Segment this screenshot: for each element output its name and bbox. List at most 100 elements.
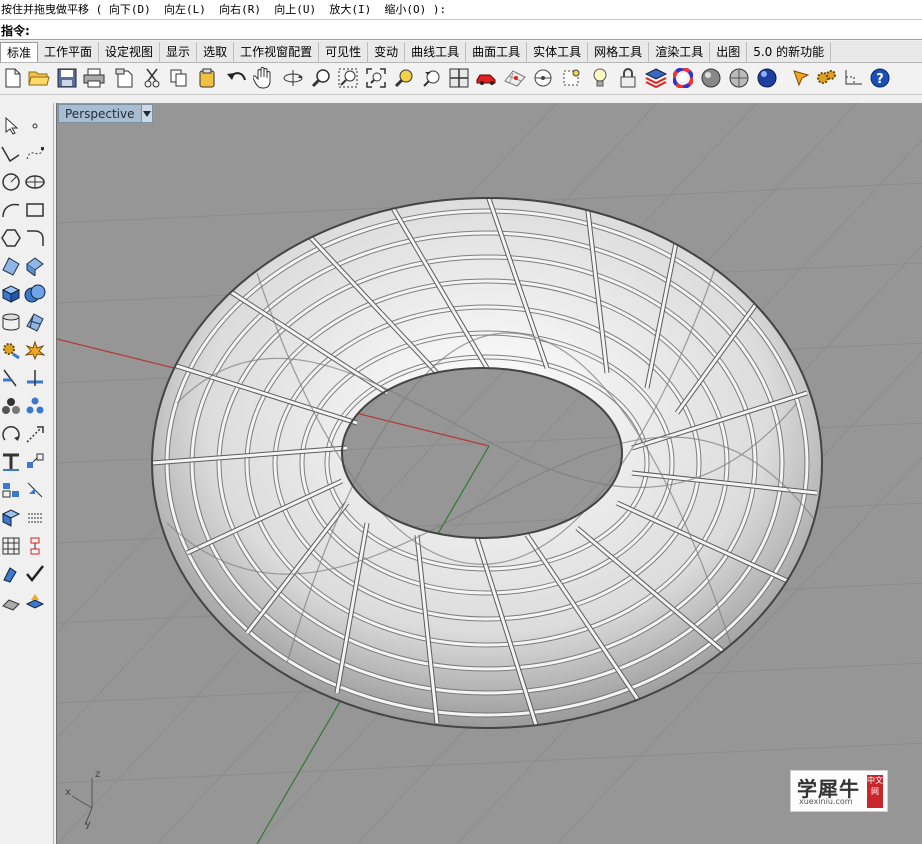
rendered-sphere-icon[interactable]: [728, 67, 750, 89]
tab-standard[interactable]: 标准: [0, 42, 39, 62]
array-icon[interactable]: [24, 451, 46, 473]
circle-dot-icon[interactable]: [532, 67, 554, 89]
zoom-icon[interactable]: [310, 67, 332, 89]
pan-hand-icon[interactable]: [252, 67, 274, 89]
car-icon[interactable]: [476, 67, 498, 89]
main-toolbar: ?: [0, 63, 922, 95]
new-file-icon[interactable]: [2, 67, 24, 89]
shaded-sphere-icon[interactable]: [700, 67, 722, 89]
polyline-icon[interactable]: [0, 143, 22, 165]
sphere-union-icon[interactable]: [24, 283, 46, 305]
zoom-window-icon[interactable]: [337, 67, 359, 89]
open-folder-icon[interactable]: [28, 67, 50, 89]
command-prompt-label: 指令:: [1, 24, 30, 38]
surface-from-points-icon[interactable]: [0, 255, 22, 277]
blue-sphere-icon[interactable]: [756, 67, 778, 89]
tab-surface-tools[interactable]: 曲面工具: [466, 42, 528, 62]
command-line[interactable]: 指令:: [0, 19, 922, 40]
undo-icon[interactable]: [226, 67, 248, 89]
move-icon[interactable]: [24, 423, 46, 445]
chevron-down-icon[interactable]: [141, 105, 152, 122]
undo-view-icon[interactable]: [421, 67, 443, 89]
tab-drafting[interactable]: 出图: [710, 42, 748, 62]
watermark-stamp: 中文网: [867, 775, 883, 808]
left-toolbar: [0, 103, 54, 844]
tab-cplanes[interactable]: 工作平面: [38, 42, 100, 62]
command-input[interactable]: [34, 21, 894, 37]
color-wheel-icon[interactable]: [672, 67, 694, 89]
tab-display[interactable]: 显示: [160, 42, 198, 62]
solid-extrude-icon[interactable]: [0, 507, 22, 529]
split-icon[interactable]: [24, 367, 46, 389]
gear-transform-icon[interactable]: [0, 339, 22, 361]
arc-icon[interactable]: [0, 199, 22, 221]
mesh-plane-icon[interactable]: [24, 311, 46, 333]
flip-icon[interactable]: [24, 479, 46, 501]
import-icon[interactable]: [114, 67, 136, 89]
explode-icon[interactable]: [24, 339, 46, 361]
dimension-tool-icon[interactable]: [0, 451, 22, 473]
ellipse-icon[interactable]: [24, 171, 46, 193]
history-icon[interactable]: [24, 535, 46, 557]
tab-transform[interactable]: 变动: [368, 42, 406, 62]
rectangle-icon[interactable]: [24, 199, 46, 221]
grid-snap-icon[interactable]: [0, 535, 22, 557]
watermark-url: xuexiniu.com: [799, 797, 853, 806]
dimension-icon[interactable]: [843, 67, 865, 89]
viewport-title-tab[interactable]: Perspective: [58, 104, 153, 123]
zoom-extents-icon[interactable]: [365, 67, 387, 89]
tab-set-view[interactable]: 设定视图: [99, 42, 161, 62]
trim-icon[interactable]: [0, 367, 22, 389]
viewport-title[interactable]: Perspective: [59, 107, 141, 121]
polygon-icon[interactable]: [0, 227, 22, 249]
print-icon[interactable]: [83, 67, 105, 89]
tab-solid-tools[interactable]: 实体工具: [527, 42, 589, 62]
check-icon[interactable]: [24, 563, 46, 585]
paste-icon[interactable]: [196, 67, 218, 89]
tab-mesh-tools[interactable]: 网格工具: [588, 42, 650, 62]
align-icon[interactable]: [0, 479, 22, 501]
save-icon[interactable]: [56, 67, 78, 89]
gear-icon[interactable]: [815, 67, 837, 89]
zoom-selected-icon[interactable]: [393, 67, 415, 89]
layer-icon[interactable]: [645, 67, 667, 89]
lock-icon[interactable]: [617, 67, 639, 89]
group-icon[interactable]: [0, 395, 22, 417]
tab-render-tools[interactable]: 渲染工具: [649, 42, 711, 62]
copy-icon[interactable]: [168, 67, 190, 89]
tab-select[interactable]: 选取: [197, 42, 235, 62]
select-pointer-icon[interactable]: [0, 115, 22, 137]
cylinder-icon[interactable]: [0, 311, 22, 333]
analyze-icon[interactable]: [0, 591, 22, 613]
cut-icon[interactable]: [141, 67, 163, 89]
box-solid-icon[interactable]: [0, 283, 22, 305]
osnap-icon[interactable]: [560, 67, 582, 89]
object-properties-icon[interactable]: [0, 563, 22, 585]
axis-label-x: x: [65, 787, 71, 798]
rotate-view-icon[interactable]: [282, 67, 304, 89]
curve-points-icon[interactable]: [24, 143, 46, 165]
tab-viewport-layout[interactable]: 工作视窗配置: [234, 42, 320, 62]
tab-curve-tools[interactable]: 曲线工具: [405, 42, 467, 62]
contour-icon[interactable]: [24, 507, 46, 529]
axis-label-z: z: [95, 769, 101, 780]
grid-icon[interactable]: [504, 67, 526, 89]
ungroup-icon[interactable]: [24, 395, 46, 417]
watermark-logo: 学犀牛 xuexiniu.com 中文网: [790, 770, 888, 812]
fillet-curve-icon[interactable]: [24, 227, 46, 249]
rotate-icon[interactable]: [0, 423, 22, 445]
perspective-viewport[interactable]: z x y: [56, 103, 922, 844]
pointer-icon[interactable]: [790, 67, 812, 89]
render-object-icon[interactable]: [24, 591, 46, 613]
svg-text:?: ?: [876, 72, 884, 87]
toolbar-tabs: 标准 工作平面 设定视图 显示 选取 工作视窗配置 可见性 变动 曲线工具 曲面工具 实体工具 网格工…: [0, 41, 922, 63]
tab-new-in-v5[interactable]: 5.0 的新功能: [747, 42, 832, 62]
circle-icon[interactable]: [0, 171, 22, 193]
light-bulb-icon[interactable]: [589, 67, 611, 89]
point-icon[interactable]: [24, 115, 46, 137]
help-icon[interactable]: ?: [869, 67, 891, 89]
tab-visibility[interactable]: 可见性: [319, 42, 369, 62]
four-viewports-icon[interactable]: [448, 67, 470, 89]
extrude-surface-icon[interactable]: [24, 255, 46, 277]
viewport-canvas[interactable]: [57, 103, 922, 844]
